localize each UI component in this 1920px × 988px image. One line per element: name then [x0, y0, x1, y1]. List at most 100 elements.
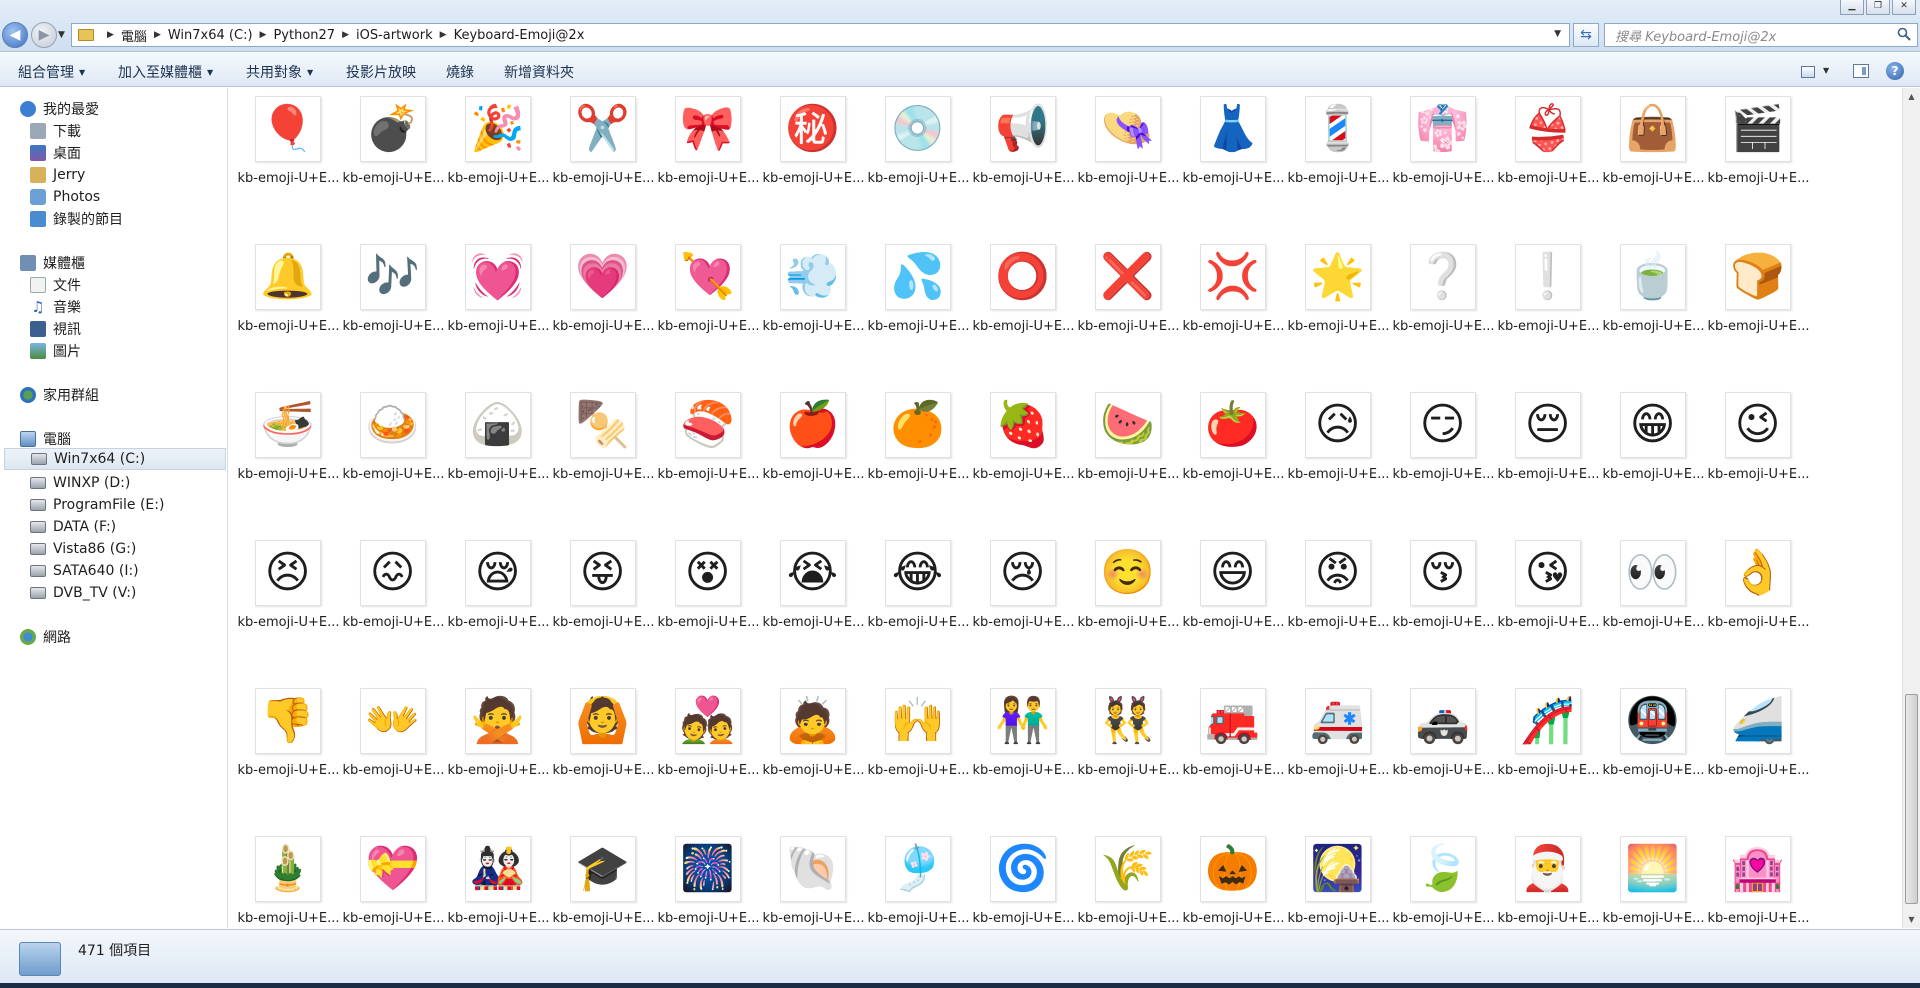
sidebar-item-desktop[interactable]: 桌面 — [30, 142, 81, 164]
file-item[interactable]: 😉 kb-emoji-U+E... — [1705, 384, 1810, 532]
refresh-button[interactable]: ⇆ — [1573, 23, 1599, 47]
file-item[interactable]: 🎀 kb-emoji-U+E... — [655, 88, 760, 236]
file-item[interactable]: ✂️ kb-emoji-U+E... — [550, 88, 655, 236]
file-item[interactable]: 👜 kb-emoji-U+E... — [1600, 88, 1705, 236]
file-item[interactable]: 🍎 kb-emoji-U+E... — [760, 384, 865, 532]
organize-menu[interactable]: 組合管理 ▼ — [18, 62, 85, 82]
file-item[interactable]: 😝 kb-emoji-U+E... — [550, 532, 655, 680]
sidebar-item-jerry[interactable]: Jerry — [30, 164, 85, 186]
file-item[interactable]: 🙆 kb-emoji-U+E... — [550, 680, 655, 828]
recent-pages-dropdown[interactable]: ▼ — [58, 30, 65, 40]
file-item[interactable]: 😄 kb-emoji-U+E... — [1180, 532, 1285, 680]
sidebar-item-drive-e[interactable]: ProgramFile (E:) — [30, 494, 164, 516]
file-item[interactable]: 🎈 kb-emoji-U+E... — [235, 88, 340, 236]
file-item[interactable]: 🌅 kb-emoji-U+E... — [1600, 828, 1705, 928]
file-item[interactable]: 👌 kb-emoji-U+E... — [1705, 532, 1810, 680]
file-item[interactable]: 🔔 kb-emoji-U+E... — [235, 236, 340, 384]
file-item[interactable]: 🚒 kb-emoji-U+E... — [1180, 680, 1285, 828]
sidebar-homegroup[interactable]: 家用群組 — [20, 384, 99, 406]
breadcrumb-ios-artwork[interactable]: iOS-artwork — [356, 28, 433, 43]
file-item[interactable]: 🙇 kb-emoji-U+E... — [760, 680, 865, 828]
search-icon[interactable] — [1897, 27, 1911, 41]
breadcrumb-computer[interactable]: 電腦 — [121, 26, 147, 45]
file-item[interactable]: 💓 kb-emoji-U+E... — [445, 236, 550, 384]
file-item[interactable]: 🏩 kb-emoji-U+E... — [1705, 828, 1810, 928]
file-item[interactable]: 👀 kb-emoji-U+E... — [1600, 532, 1705, 680]
file-item[interactable]: 💑 kb-emoji-U+E... — [655, 680, 760, 828]
file-item[interactable]: 😏 kb-emoji-U+E... — [1390, 384, 1495, 532]
view-options-dropdown[interactable]: ▼ — [1823, 66, 1829, 75]
new-folder-button[interactable]: 新增資料夾 — [504, 62, 574, 82]
address-bar[interactable]: ▶ 電腦 ▶ Win7x64 (C:) ▶ Python27 ▶ iOS-art… — [71, 23, 1570, 47]
file-item[interactable]: 🍅 kb-emoji-U+E... — [1180, 384, 1285, 532]
share-with-menu[interactable]: 共用對象 ▼ — [246, 62, 313, 82]
file-item[interactable]: 🌾 kb-emoji-U+E... — [1075, 828, 1180, 928]
file-item[interactable]: 👒 kb-emoji-U+E... — [1075, 88, 1180, 236]
sidebar-item-drive-f[interactable]: DATA (F:) — [30, 516, 116, 538]
file-item[interactable]: 👘 kb-emoji-U+E... — [1390, 88, 1495, 236]
file-item[interactable]: 🎶 kb-emoji-U+E... — [340, 236, 445, 384]
sidebar-item-recorded-tv[interactable]: 錄製的節目 — [30, 208, 123, 230]
scroll-down-arrow-icon[interactable]: ▼ — [1903, 911, 1920, 928]
file-item[interactable]: 🎎 kb-emoji-U+E... — [445, 828, 550, 928]
sidebar-network[interactable]: 網路 — [20, 626, 71, 648]
file-item[interactable]: 🍓 kb-emoji-U+E... — [970, 384, 1075, 532]
breadcrumb-drive[interactable]: Win7x64 (C:) — [168, 28, 253, 43]
breadcrumb-current-folder[interactable]: Keyboard-Emoji@2x — [454, 28, 585, 43]
chevron-right-icon[interactable]: ▶ — [260, 30, 267, 40]
chevron-right-icon[interactable]: ▶ — [342, 30, 349, 40]
file-item[interactable]: 🎍 kb-emoji-U+E... — [235, 828, 340, 928]
file-item[interactable]: 👐 kb-emoji-U+E... — [340, 680, 445, 828]
burn-button[interactable]: 燒錄 — [446, 62, 474, 82]
file-item[interactable]: 😘 kb-emoji-U+E... — [1495, 532, 1600, 680]
file-item[interactable]: 😖 kb-emoji-U+E... — [340, 532, 445, 680]
file-item[interactable]: 🎐 kb-emoji-U+E... — [865, 828, 970, 928]
sidebar-item-drive-i[interactable]: SATA640 (I:) — [30, 560, 139, 582]
file-item[interactable]: 💿 kb-emoji-U+E... — [865, 88, 970, 236]
sidebar-item-downloads[interactable]: 下載 — [30, 120, 81, 142]
file-item[interactable]: 😢 kb-emoji-U+E... — [970, 532, 1075, 680]
file-item[interactable]: 💈 kb-emoji-U+E... — [1285, 88, 1390, 236]
file-item[interactable]: 💗 kb-emoji-U+E... — [550, 236, 655, 384]
file-item[interactable]: 🐚 kb-emoji-U+E... — [760, 828, 865, 928]
file-item[interactable]: 🍉 kb-emoji-U+E... — [1075, 384, 1180, 532]
file-item[interactable]: 😭 kb-emoji-U+E... — [760, 532, 865, 680]
sidebar-item-photos[interactable]: Photos — [30, 186, 100, 208]
file-item[interactable]: 😪 kb-emoji-U+E... — [445, 532, 550, 680]
help-icon[interactable]: ? — [1886, 62, 1904, 80]
sidebar-item-music[interactable]: ♫ 音樂 — [30, 296, 81, 318]
file-item[interactable]: 💨 kb-emoji-U+E... — [760, 236, 865, 384]
file-item[interactable]: 🎬 kb-emoji-U+E... — [1705, 88, 1810, 236]
file-item[interactable]: 😂 kb-emoji-U+E... — [865, 532, 970, 680]
file-item[interactable]: 🚇 kb-emoji-U+E... — [1600, 680, 1705, 828]
file-item[interactable]: ㊙️ kb-emoji-U+E... — [760, 88, 865, 236]
file-item[interactable]: 😣 kb-emoji-U+E... — [235, 532, 340, 680]
file-item[interactable]: 🍵 kb-emoji-U+E... — [1600, 236, 1705, 384]
file-item[interactable]: 🍃 kb-emoji-U+E... — [1390, 828, 1495, 928]
file-item[interactable]: ☺️ kb-emoji-U+E... — [1075, 532, 1180, 680]
slideshow-button[interactable]: 投影片放映 — [346, 62, 416, 82]
file-item[interactable]: 😚 kb-emoji-U+E... — [1390, 532, 1495, 680]
file-item[interactable]: 🎢 kb-emoji-U+E... — [1495, 680, 1600, 828]
sidebar-item-documents[interactable]: 文件 — [30, 274, 81, 296]
chevron-right-icon[interactable]: ▶ — [440, 30, 447, 40]
change-view-icon[interactable] — [1801, 66, 1815, 78]
address-history-dropdown[interactable]: ▼ — [1554, 29, 1561, 39]
vertical-scrollbar[interactable]: ▲ ▼ — [1902, 88, 1920, 928]
file-item[interactable]: 🎑 kb-emoji-U+E... — [1285, 828, 1390, 928]
file-item[interactable]: 👫 kb-emoji-U+E... — [970, 680, 1075, 828]
file-item[interactable]: 🎃 kb-emoji-U+E... — [1180, 828, 1285, 928]
file-item[interactable]: 👙 kb-emoji-U+E... — [1495, 88, 1600, 236]
file-item[interactable]: 🙌 kb-emoji-U+E... — [865, 680, 970, 828]
file-item[interactable]: 👗 kb-emoji-U+E... — [1180, 88, 1285, 236]
file-item[interactable]: 😁 kb-emoji-U+E... — [1600, 384, 1705, 532]
file-item[interactable]: 💢 kb-emoji-U+E... — [1180, 236, 1285, 384]
file-item[interactable]: 🌀 kb-emoji-U+E... — [970, 828, 1075, 928]
file-item[interactable]: 😥 kb-emoji-U+E... — [1285, 384, 1390, 532]
add-to-library-menu[interactable]: 加入至媒體櫃 ▼ — [118, 62, 213, 82]
file-item[interactable]: 🍢 kb-emoji-U+E... — [550, 384, 655, 532]
file-item[interactable]: 🚓 kb-emoji-U+E... — [1390, 680, 1495, 828]
preview-pane-icon[interactable] — [1853, 64, 1869, 78]
sidebar-item-videos[interactable]: 視訊 — [30, 318, 81, 340]
search-input[interactable]: 搜尋 Keyboard-Emoji@2x — [1604, 23, 1918, 47]
